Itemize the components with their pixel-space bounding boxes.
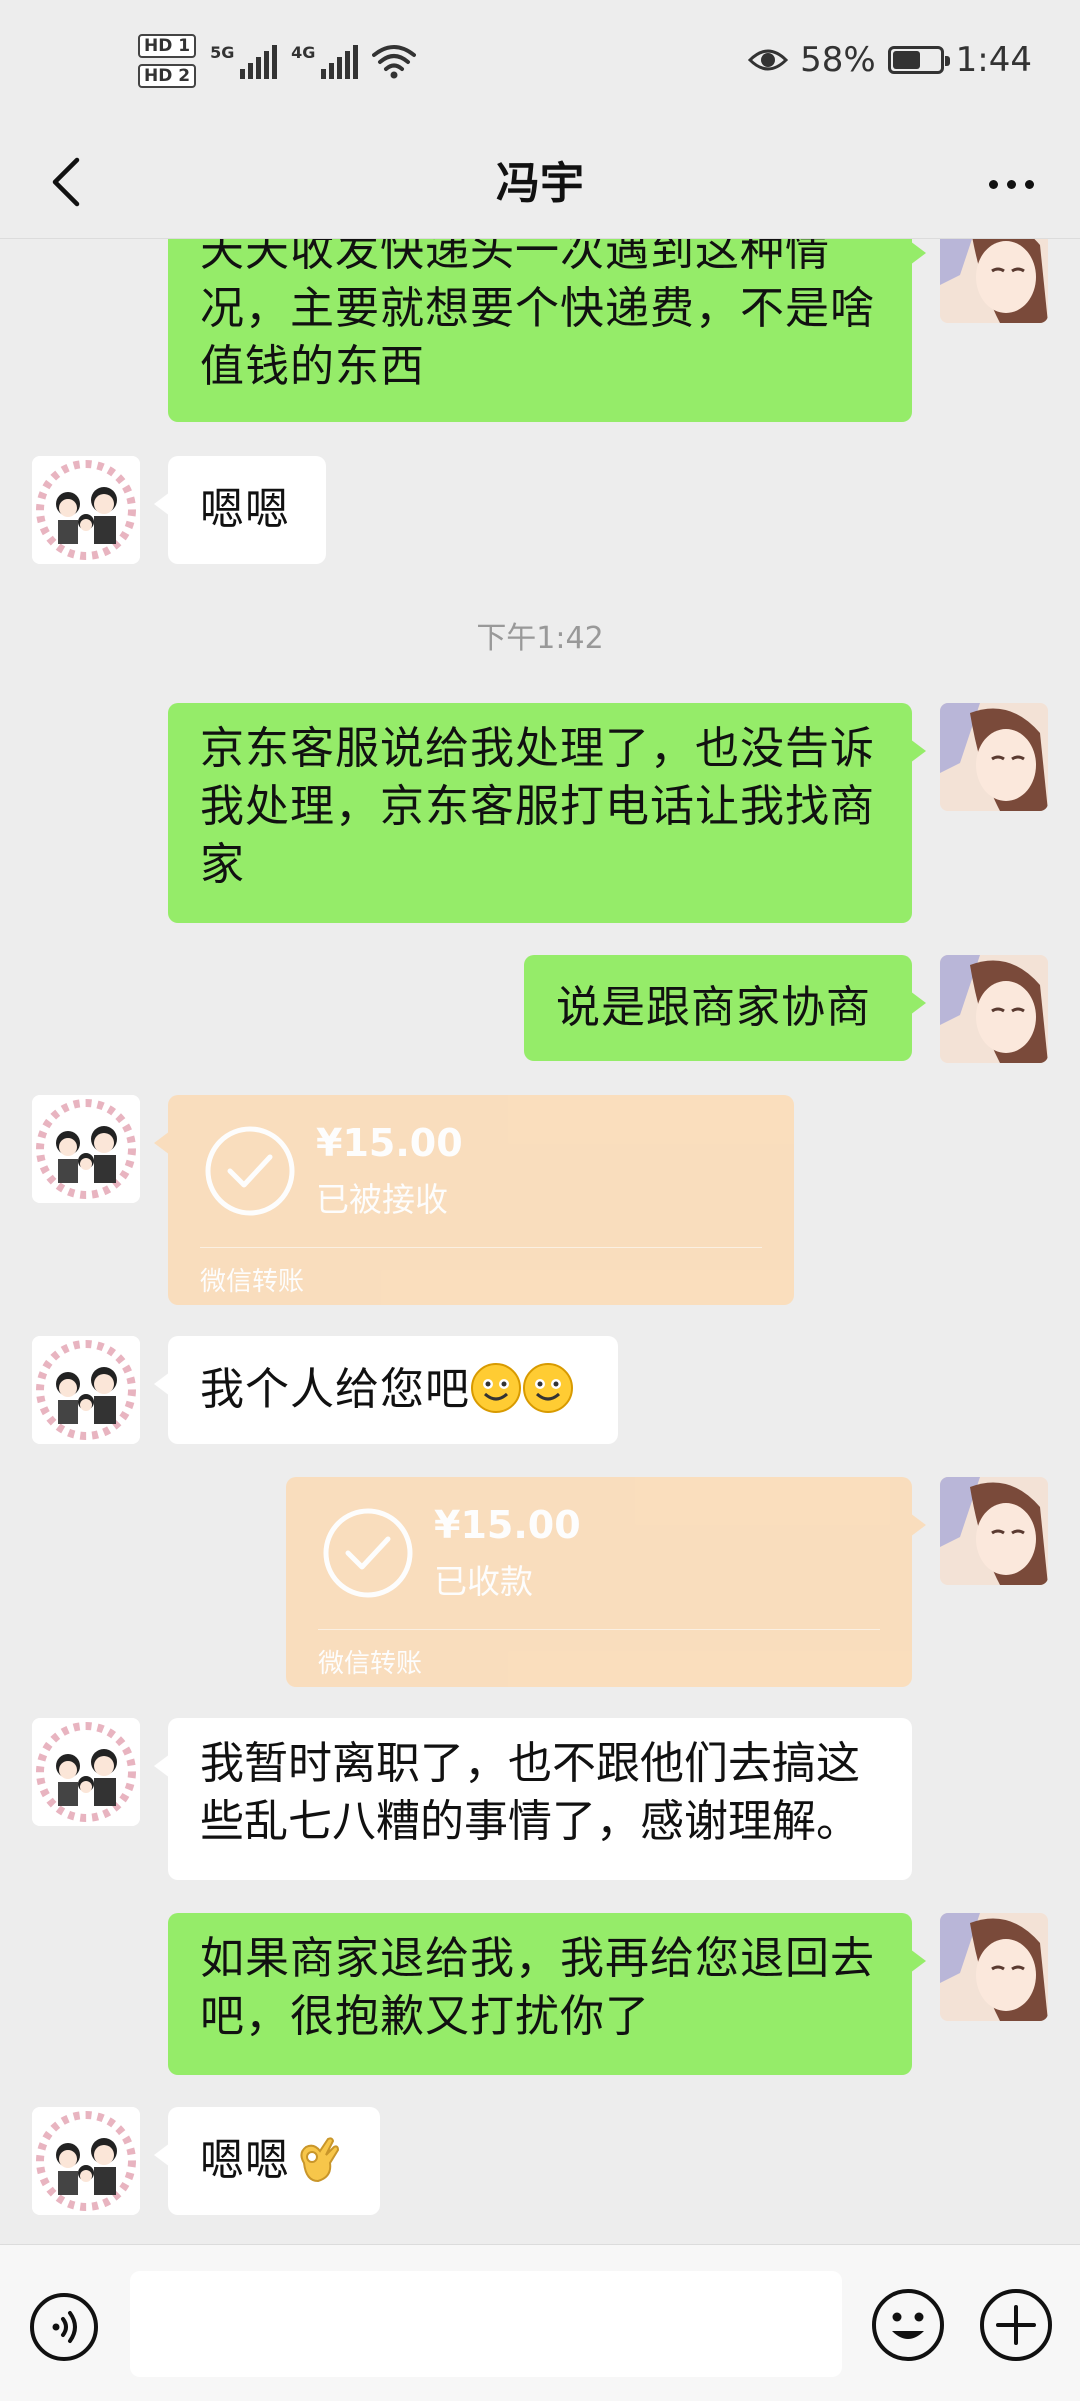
message-text: 说是跟商家协商 <box>556 982 871 1033</box>
message-text: 我个人给您吧 <box>200 1364 470 1415</box>
ok-hand-emoji-icon <box>300 2137 340 2183</box>
sim1-badge: HD 1 <box>138 34 197 58</box>
signal-5g-icon: 5G <box>210 43 278 79</box>
signal-4g-icon: 4G <box>291 43 359 79</box>
net2-label: 4G <box>291 43 316 62</box>
chevron-left-icon <box>52 157 80 207</box>
plus-button[interactable] <box>978 2287 1054 2363</box>
checkmark-circle-icon <box>205 1126 295 1216</box>
message-text: 嗯嗯 <box>200 484 290 535</box>
chat-timestamp: 下午1:42 <box>476 621 604 656</box>
my-avatar[interactable] <box>940 1913 1048 2021</box>
message-bubble-sent[interactable]: 如果商家退给我，我再给您退回去吧，很抱歉又打扰你了 <box>168 1913 926 2075</box>
chat-header: 冯宇 <box>0 130 1080 239</box>
transfer-card[interactable]: ¥15.00 已收款 微信转账 <box>286 1477 926 1687</box>
message-list[interactable]: 天天收发快递头一次遇到这种情况，主要就想要个快递费，不是啥值钱的东西 嗯嗯 下午… <box>0 239 1080 2243</box>
transfer-divider <box>318 1629 880 1630</box>
smile-emoji-icon <box>471 1363 521 1413</box>
net1-label: 5G <box>210 43 235 62</box>
input-bar <box>0 2244 1080 2401</box>
message-text: 天天收发快递头一次遇到这种情况，主要就想要个快递费，不是啥值钱的东西 <box>200 239 875 392</box>
message-bubble-received[interactable]: 我个人给您吧 <box>154 1336 618 1444</box>
message-text: 我暂时离职了，也不跟他们去搞这些乱七八糟的事情了，感谢理解。 <box>200 1738 860 1847</box>
message-bubble-sent[interactable]: 天天收发快递头一次遇到这种情况，主要就想要个快递费，不是啥值钱的东西 <box>168 239 926 422</box>
transfer-divider <box>200 1247 762 1248</box>
more-dot <box>988 179 998 189</box>
voice-button[interactable] <box>28 2291 100 2363</box>
message-bubble-sent[interactable]: 京东客服说给我处理了，也没告诉我处理，京东客服打电话让我找商家 <box>168 703 926 923</box>
more-dot <box>1024 179 1034 189</box>
battery-icon <box>887 46 950 74</box>
transfer-status: 已被接收 <box>316 1180 448 1219</box>
message-input[interactable] <box>130 2271 842 2377</box>
my-avatar[interactable] <box>940 239 1048 323</box>
smile-emoji-icon <box>523 1363 573 1413</box>
message-bubble-received[interactable]: 我暂时离职了，也不跟他们去搞这些乱七八糟的事情了，感谢理解。 <box>154 1718 912 1880</box>
message-text: 如果商家退给我，我再给您退回去吧，很抱歉又打扰你了 <box>200 1933 875 2042</box>
contact-avatar[interactable] <box>32 1718 140 1826</box>
contact-avatar[interactable] <box>32 1336 140 1444</box>
chat-title: 冯宇 <box>496 158 584 209</box>
back-button[interactable] <box>36 152 96 212</box>
transfer-footer: 微信转账 <box>200 1267 305 1297</box>
status-left: HD 1 HD 2 5G 4G <box>138 34 417 88</box>
status-right: 58% 1:44 <box>748 40 1032 80</box>
transfer-status: 已收款 <box>434 1562 533 1601</box>
my-avatar[interactable] <box>940 1477 1048 1585</box>
emoji-button[interactable] <box>870 2287 946 2363</box>
message-text: 京东客服说给我处理了，也没告诉我处理，京东客服打电话让我找商家 <box>200 723 875 890</box>
contact-avatar[interactable] <box>32 456 140 564</box>
status-bar: HD 1 HD 2 5G 4G 58% 1:44 <box>0 0 1080 130</box>
my-avatar[interactable] <box>940 955 1048 1063</box>
my-avatar[interactable] <box>940 703 1048 811</box>
battery-percent: 58% <box>800 40 876 80</box>
message-text: 嗯嗯 <box>200 2135 290 2186</box>
more-dot <box>1006 179 1016 189</box>
sim-indicators: HD 1 HD 2 <box>138 34 197 88</box>
more-button[interactable] <box>976 154 1046 214</box>
message-bubble-received[interactable]: 嗯嗯 <box>154 2107 380 2215</box>
checkmark-circle-icon <box>323 1508 413 1598</box>
contact-avatar[interactable] <box>32 2107 140 2215</box>
wifi-icon <box>372 45 417 79</box>
message-bubble-sent[interactable]: 说是跟商家协商 <box>524 955 926 1061</box>
transfer-amount: ¥15.00 <box>316 1121 463 1165</box>
eye-icon <box>748 49 789 71</box>
message-bubble-received[interactable]: 嗯嗯 <box>154 456 326 564</box>
transfer-amount: ¥15.00 <box>434 1503 581 1547</box>
transfer-footer: 微信转账 <box>318 1649 423 1679</box>
contact-avatar[interactable] <box>32 1095 140 1203</box>
transfer-card[interactable]: ¥15.00 已被接收 微信转账 <box>154 1095 794 1305</box>
status-time: 1:44 <box>955 40 1032 80</box>
battery-fill <box>892 51 920 69</box>
sim2-badge: HD 2 <box>138 64 197 88</box>
